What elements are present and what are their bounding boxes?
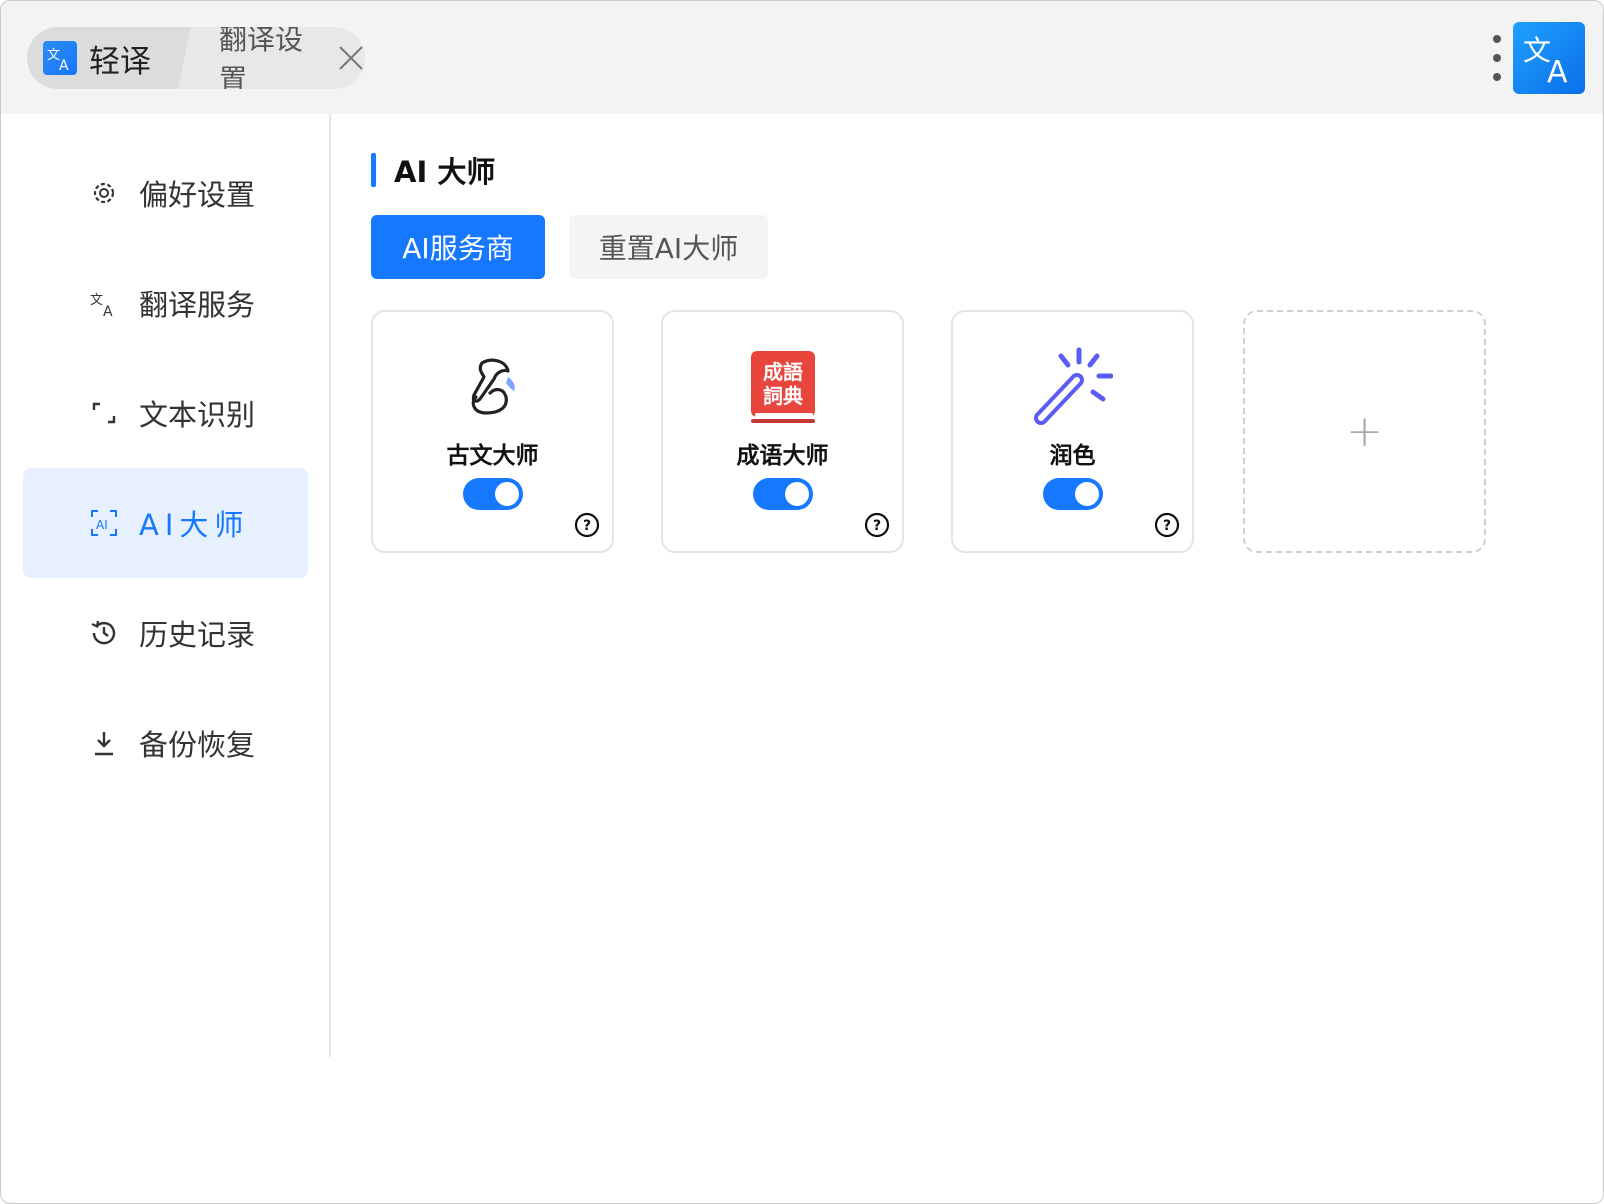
section-title: AI 大师: [371, 153, 495, 189]
magic-wand-icon: [1033, 346, 1113, 426]
enable-toggle[interactable]: [463, 478, 523, 510]
translate-icon: 文 A: [43, 41, 77, 75]
scan-frame-icon: [89, 398, 119, 428]
svg-text:A: A: [1547, 55, 1568, 86]
svg-text:詞典: 詞典: [763, 384, 803, 408]
page-title: AI 大师: [394, 155, 496, 189]
help-icon[interactable]: ?: [1154, 512, 1180, 538]
svg-text:?: ?: [583, 518, 591, 534]
title-bar: 文 A 轻译 翻译设置 文 A: [1, 1, 1603, 114]
sidebar-item-label: 历史记录: [139, 618, 256, 652]
ink-brush-icon: [453, 346, 533, 426]
svg-text:文: 文: [90, 293, 103, 308]
svg-text:?: ?: [1163, 518, 1171, 534]
tab-translate-settings[interactable]: 翻译设置: [191, 27, 365, 89]
help-icon[interactable]: ?: [864, 512, 890, 538]
ai-master-card-polish[interactable]: 润色 ?: [951, 310, 1194, 553]
tab-settings-label: 翻译设置: [219, 27, 304, 89]
ai-frame-icon: AI: [89, 508, 119, 538]
help-icon[interactable]: ?: [574, 512, 600, 538]
card-label: 润色: [1049, 443, 1096, 469]
close-icon[interactable]: [337, 43, 365, 73]
card-label: 成语大师: [736, 443, 829, 469]
sidebar: 偏好设置 文 A 翻译服务 文本识别 AI AI大师 历史记录 备份恢复: [1, 114, 331, 1057]
tab-bar: 文 A 轻译 翻译设置: [27, 27, 365, 89]
idiom-dictionary-icon: 成語 詞典: [743, 346, 823, 426]
enable-toggle[interactable]: [1043, 478, 1103, 510]
tab-home-label: 轻译: [89, 43, 151, 80]
enable-toggle[interactable]: [753, 478, 813, 510]
gear-icon: [89, 178, 119, 208]
sidebar-item-label: 文本识别: [139, 398, 256, 432]
tab-home[interactable]: 文 A 轻译: [27, 27, 191, 89]
sidebar-item-ai-master[interactable]: AI AI大师: [23, 468, 308, 578]
reset-ai-master-button[interactable]: 重置AI大师: [569, 215, 768, 279]
plus-icon: +: [1346, 406, 1383, 457]
section-accent-bar: [371, 153, 376, 187]
svg-text:?: ?: [873, 518, 881, 534]
translate-app-icon[interactable]: 文 A: [1513, 22, 1585, 94]
sidebar-item-translate-service[interactable]: 文 A 翻译服务: [23, 248, 308, 358]
more-vertical-icon[interactable]: [1489, 35, 1505, 81]
sidebar-item-text-recognition[interactable]: 文本识别: [23, 358, 308, 468]
ai-provider-button[interactable]: AI服务商: [371, 215, 545, 279]
translate-icon: 文 A: [89, 288, 119, 318]
svg-text:AI: AI: [96, 518, 108, 532]
sidebar-item-label: 偏好设置: [139, 178, 256, 212]
sidebar-item-history[interactable]: 历史记录: [23, 578, 308, 688]
sidebar-item-label: 翻译服务: [139, 288, 256, 322]
app-window: 文 A 轻译 翻译设置 文 A 偏好设置 文 A 翻译服务 文本识别 AI AI…: [0, 0, 1604, 1204]
history-icon: [89, 618, 119, 648]
svg-text:A: A: [103, 304, 113, 317]
ai-master-card-idiom[interactable]: 成語 詞典 成语大师 ?: [661, 310, 904, 553]
card-label: 古文大师: [446, 443, 539, 469]
sidebar-item-preferences[interactable]: 偏好设置: [23, 138, 308, 248]
svg-text:成語: 成語: [763, 360, 803, 384]
sidebar-item-backup-restore[interactable]: 备份恢复: [23, 688, 308, 798]
add-ai-master-card[interactable]: +: [1243, 310, 1486, 553]
sidebar-item-label: AI大师: [139, 508, 250, 542]
ai-master-card-classical[interactable]: 古文大师 ?: [371, 310, 614, 553]
svg-text:A: A: [59, 58, 69, 72]
download-icon: [89, 728, 119, 758]
sidebar-item-label: 备份恢复: [139, 728, 256, 762]
